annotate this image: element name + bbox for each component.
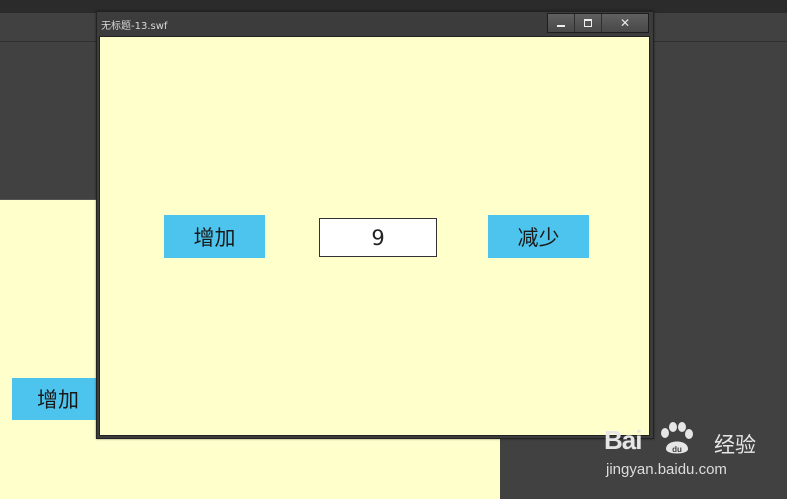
decrease-button[interactable]: 减少 [488,215,589,258]
flash-stage: 增加 9 减少 [99,36,650,436]
watermark-logo-text: Bai [604,425,642,455]
background-increase-button[interactable]: 增加 [12,378,104,420]
swf-player-window: 无标题-13.swf ✕ 增加 9 减少 [96,11,654,439]
window-controls: ✕ [547,13,649,33]
svg-text:du: du [672,445,682,454]
window-title: 无标题-13.swf [101,21,168,32]
paw-icon: du [661,422,693,454]
watermark-url: jingyan.baidu.com [606,461,727,478]
minimize-icon [557,25,565,27]
value-display: 9 [319,218,437,257]
watermark-jingyan: 经验 [714,433,756,457]
close-icon: ✕ [619,16,631,30]
minimize-button[interactable] [548,14,574,32]
title-bar[interactable]: 无标题-13.swf ✕ [97,12,653,36]
maximize-icon [584,19,592,27]
close-button[interactable]: ✕ [601,14,648,32]
increase-button[interactable]: 增加 [164,215,265,258]
baidu-jingyan-watermark: Bai du 经验 jingyan.baidu.com [604,422,784,485]
maximize-button[interactable] [574,14,601,32]
